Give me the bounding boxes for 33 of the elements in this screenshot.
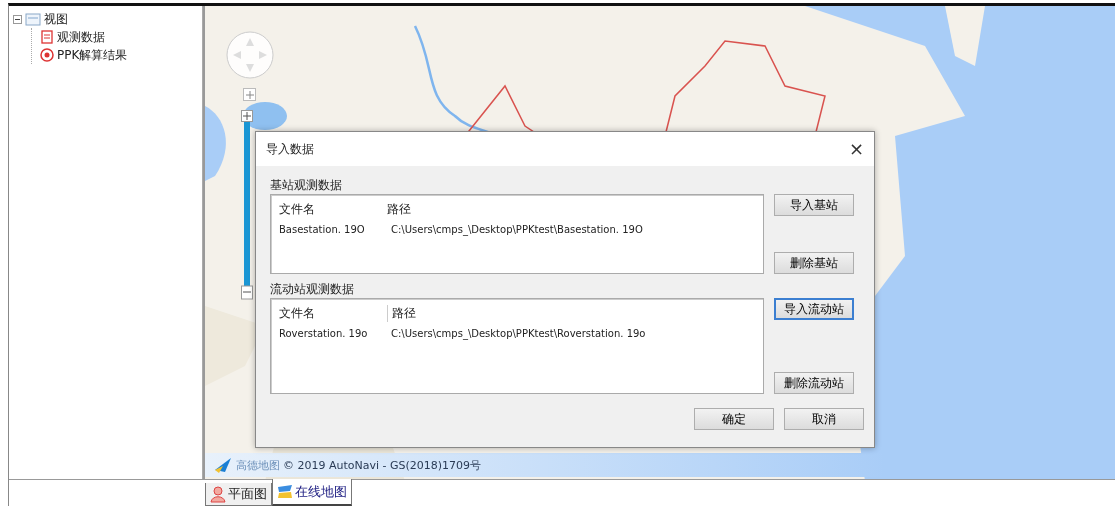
map-icon xyxy=(277,483,293,500)
dialog-button[interactable]: 导入流动站 xyxy=(774,298,854,320)
compass-icon xyxy=(225,30,275,80)
view-tab[interactable]: 平面图 xyxy=(205,483,272,506)
column-header[interactable]: 文件名 xyxy=(279,304,387,322)
column-header[interactable]: 路径 xyxy=(387,200,411,218)
close-button[interactable]: × xyxy=(848,140,864,158)
table-cell: C:\Users\cmps_\Desktop\PPKtest\Basestation. 19O xyxy=(391,223,643,235)
table-cell: C:\Users\cmps_\Desktop\PPKtest\Roverstation. 19o xyxy=(391,327,646,339)
copyright-text: © 2019 AutoNavi - GS(2018)1709号 xyxy=(283,457,482,473)
group-title: 基站观测数据 xyxy=(270,177,343,194)
group-title: 流动站观测数据 xyxy=(270,281,355,298)
target-icon xyxy=(40,48,54,62)
document-icon xyxy=(40,30,54,44)
column-header[interactable]: 文件名 xyxy=(279,200,387,218)
tree-item[interactable]: 观测数据 xyxy=(57,28,105,46)
dialog-button[interactable]: 删除流动站 xyxy=(774,372,854,394)
table-cell-text: Roverstation. 19o xyxy=(279,327,369,339)
folder-icon xyxy=(25,12,41,26)
person-icon xyxy=(210,485,226,503)
table-cell-text: Basestation. 19O xyxy=(279,223,366,235)
dialog-title: 导入数据 xyxy=(266,140,314,158)
logo-icon xyxy=(213,456,233,474)
dialog-button[interactable]: 导入基站 xyxy=(774,194,854,216)
dialog-button[interactable]: 删除基站 xyxy=(774,252,854,274)
ok-button[interactable]: 确定 xyxy=(694,408,774,430)
column-header[interactable]: 路径 xyxy=(387,304,416,322)
tree-item[interactable]: PPK解算结果 xyxy=(57,46,128,64)
logo-text: 高德地图 xyxy=(236,457,280,473)
view-tab[interactable]: 在线地图 xyxy=(272,479,352,506)
tree-item[interactable]: 视图 xyxy=(44,10,68,28)
cancel-button[interactable]: 取消 xyxy=(784,408,864,430)
expand-toggle[interactable] xyxy=(13,14,22,24)
